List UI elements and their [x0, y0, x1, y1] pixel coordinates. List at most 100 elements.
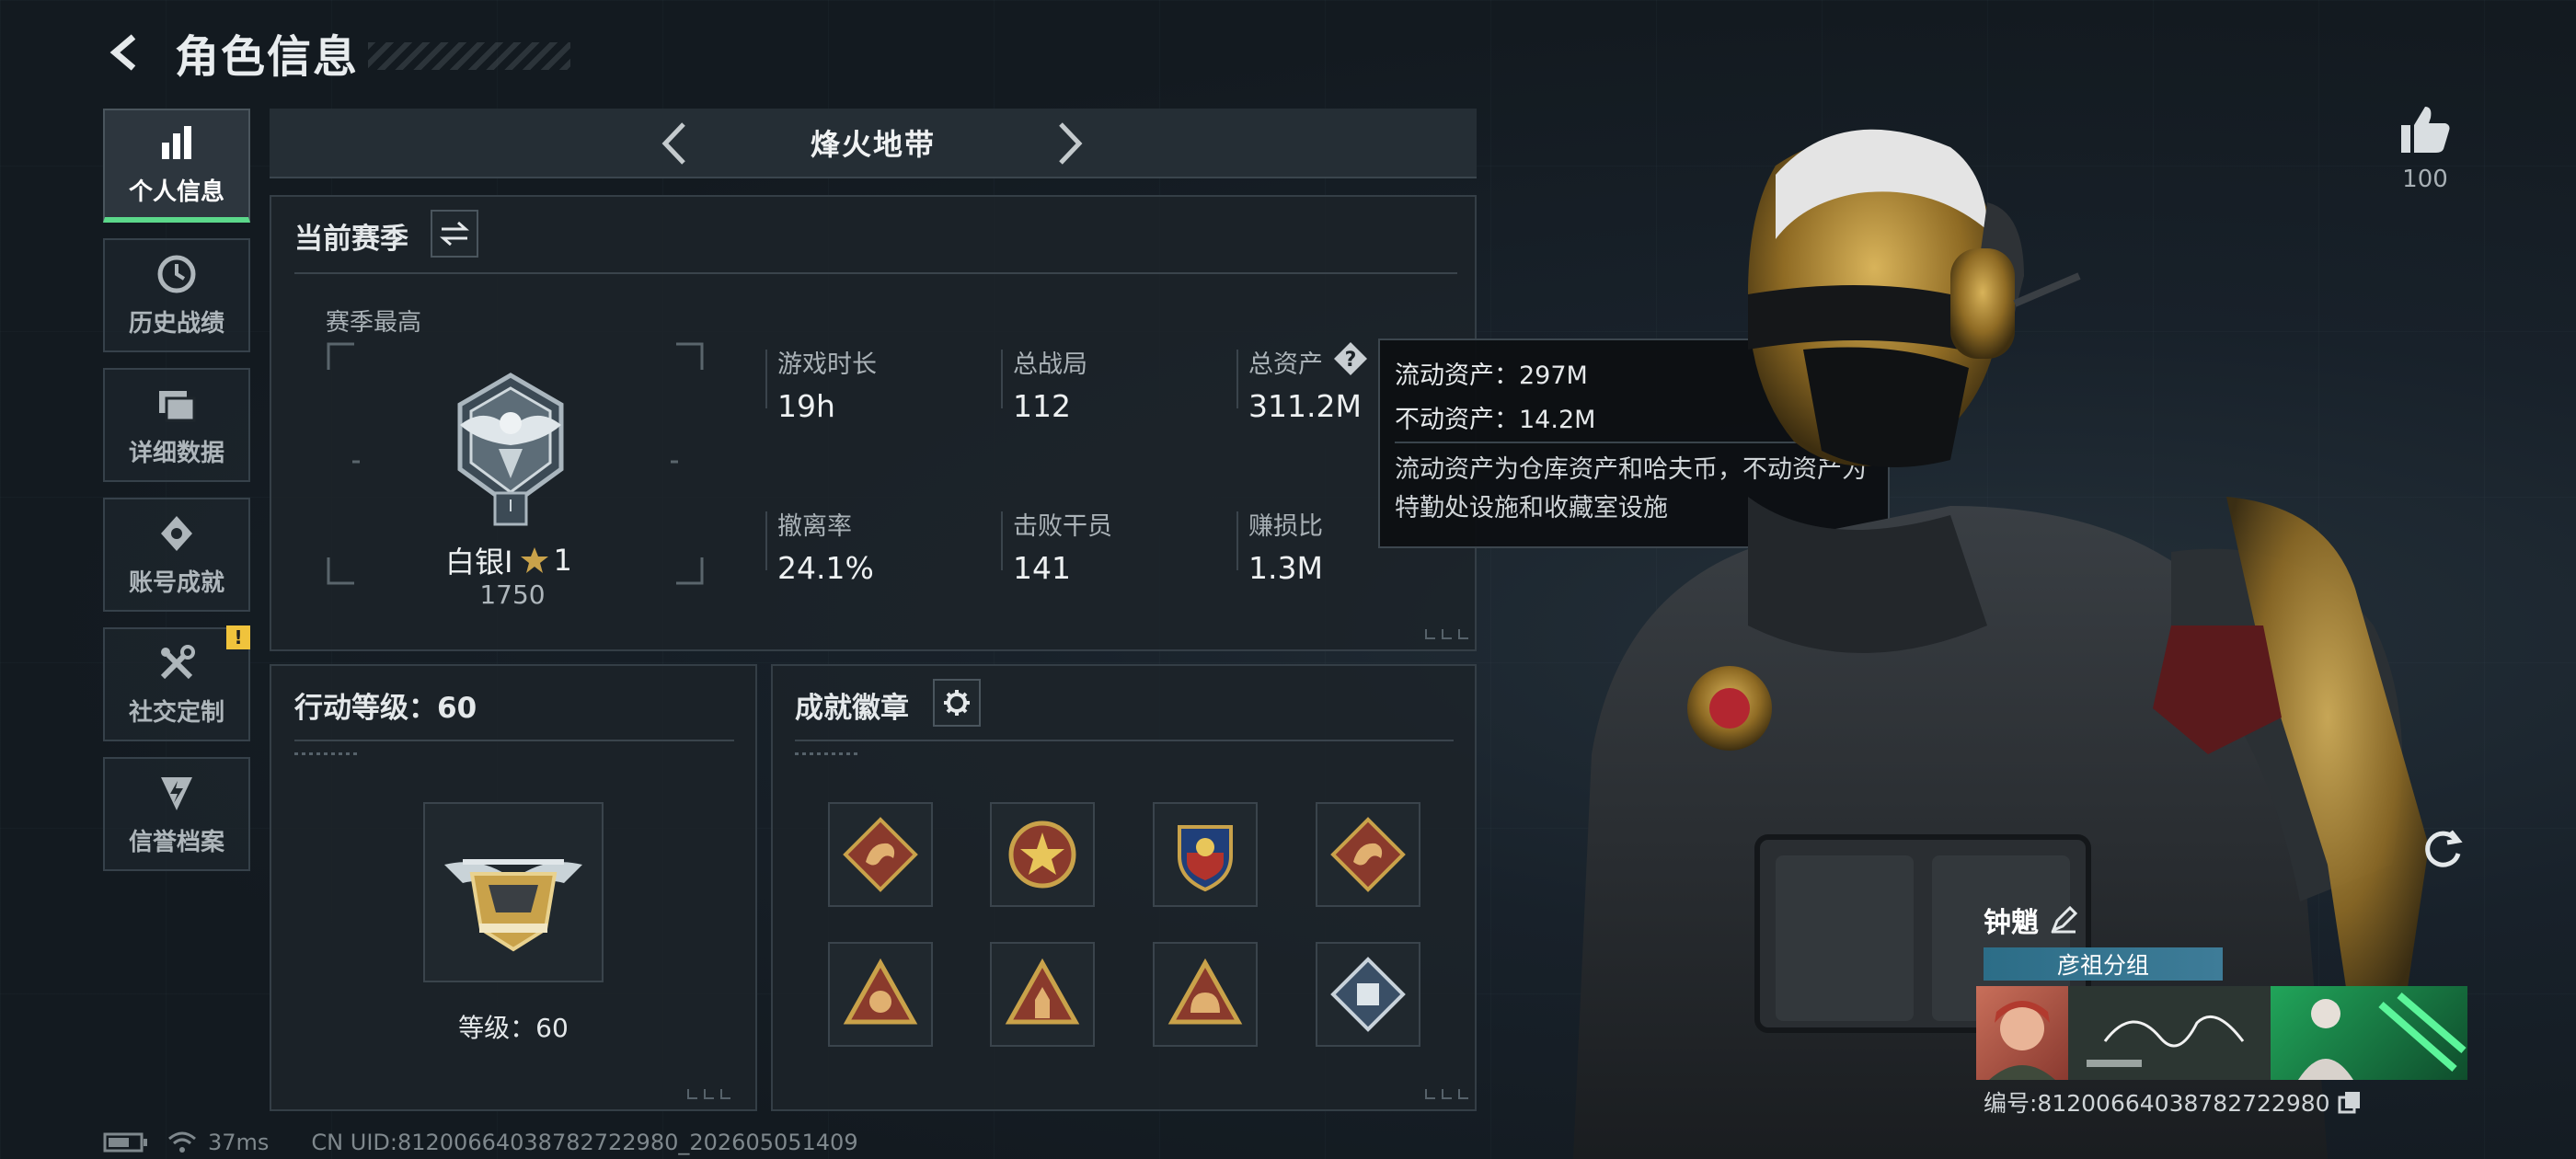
ping-text: 37ms: [208, 1130, 270, 1155]
action-level-text: 等级：60: [458, 1013, 569, 1043]
dragon-badge-icon: [843, 817, 918, 892]
achievements-settings-button[interactable]: [933, 679, 981, 727]
stat-label: 赚损比: [1248, 512, 1323, 541]
stat-value: 19h: [777, 388, 835, 424]
rank-stars: 1: [553, 543, 572, 578]
stat-value: 112: [1013, 388, 1071, 424]
section-divider: [294, 272, 1457, 274]
player-name: 钟魈: [1984, 907, 2039, 939]
next-season-button[interactable]: [1050, 122, 1090, 165]
shield-bolt-icon: [155, 772, 198, 814]
rank-numeral: I: [508, 497, 513, 516]
season-title: 烽火地带: [810, 127, 936, 162]
player-avatar: [1976, 986, 2068, 1080]
section-divider: [795, 740, 1454, 741]
like-widget[interactable]: 100: [2392, 103, 2458, 193]
achievement-badge[interactable]: [990, 942, 1095, 1047]
triangle-badge-icon: [843, 958, 918, 1025]
sidebar-item-reputation[interactable]: 信誉档案: [103, 757, 250, 871]
stat-value: 1.3M: [1248, 550, 1323, 586]
card-background-art: [2271, 986, 2467, 1080]
sidebar-item-achievements[interactable]: 账号成就: [103, 498, 250, 612]
season-best-label: 赛季最高: [326, 309, 422, 337]
gear-icon: [944, 690, 970, 716]
thumbs-up-icon: [2401, 107, 2450, 153]
sidebar-item-personal-info[interactable]: 个人信息: [103, 109, 250, 223]
stat-separator: [1236, 511, 1238, 570]
back-arrow-icon[interactable]: [103, 29, 151, 76]
achievement-badge[interactable]: [828, 802, 933, 907]
player-group-tag[interactable]: 彦祖分组: [1984, 947, 2223, 981]
sidebar-item-label: 信誉档案: [128, 828, 224, 856]
level-emblem-frame: [423, 802, 604, 982]
helmet-badge-icon: [1167, 958, 1243, 1025]
player-id-row: 编号:81200664038782722980: [1984, 1085, 2362, 1119]
sidebar-item-history[interactable]: 历史战绩: [103, 238, 250, 352]
folder-icon: [155, 383, 198, 425]
achievement-badge[interactable]: [1316, 942, 1420, 1047]
corner-decoration: [1425, 629, 1468, 639]
svg-text:?: ?: [1345, 349, 1357, 372]
current-season-title: 当前赛季: [294, 223, 408, 256]
clock-icon: [155, 253, 198, 295]
star-icon: [520, 545, 549, 575]
stat-label: 撤离率: [777, 512, 852, 541]
stat-separator: [1236, 350, 1238, 408]
player-business-card[interactable]: [1976, 986, 2467, 1080]
sidebar-item-detailed-data[interactable]: 详细数据: [103, 368, 250, 482]
sidebar-item-label: 历史战绩: [128, 309, 224, 338]
signature-area: [2068, 986, 2271, 1080]
sidebar-item-label: 个人信息: [128, 178, 224, 206]
player-name-row: 钟魈: [1984, 900, 2077, 940]
achievement-badge[interactable]: [1316, 802, 1420, 907]
player-id: 编号:81200664038782722980: [1984, 1090, 2330, 1117]
stat-label: 游戏时长: [777, 350, 877, 379]
diamond-badge-icon: [1330, 957, 1406, 1032]
wifi-icon: [167, 1130, 197, 1154]
status-bar: 37ms CN UID:81200664038782722980_2026050…: [103, 1130, 858, 1155]
sidebar-item-label: 社交定制: [128, 698, 224, 727]
achievement-badge[interactable]: [1153, 942, 1258, 1047]
stat-separator: [765, 511, 767, 570]
sidebar-item-social[interactable]: ! 社交定制: [103, 625, 250, 741]
rotate-icon[interactable]: [2420, 824, 2466, 870]
prev-season-button[interactable]: [654, 122, 695, 165]
star-badge-icon: [1008, 820, 1076, 889]
title-decoration: [368, 42, 571, 70]
player-group-label: 彦祖分组: [2056, 952, 2149, 979]
stat-separator: [1001, 350, 1003, 408]
stat-value: 141: [1013, 550, 1071, 586]
achievement-badge[interactable]: [828, 942, 933, 1047]
uid-text: CN UID:81200664038782722980_202605051409: [311, 1130, 858, 1155]
helicopter-emblem-icon: [444, 859, 582, 952]
edit-name-icon[interactable]: [2050, 906, 2077, 934]
season-selector: 烽火地带: [270, 109, 1477, 178]
copy-icon[interactable]: [2338, 1090, 2362, 1114]
battery-icon: [103, 1131, 149, 1153]
stat-separator: [1001, 511, 1003, 570]
stat-label: 击败干员: [1013, 512, 1112, 541]
page-title: 角色信息: [175, 31, 360, 83]
stat-value: 311.2M: [1248, 388, 1362, 424]
divider-decoration: [795, 752, 859, 755]
help-icon[interactable]: ?: [1332, 340, 1369, 377]
like-count: 100: [2402, 166, 2448, 193]
switch-season-button[interactable]: [431, 210, 478, 258]
stat-value: 24.1%: [777, 550, 874, 586]
swap-icon: [440, 221, 469, 247]
corner-decoration: [1425, 1089, 1468, 1099]
sidebar-item-label: 详细数据: [128, 439, 224, 467]
shield-badge-icon: [1178, 825, 1233, 892]
achievements-title: 成就徽章: [795, 692, 909, 725]
rank-name: 白银I: [445, 545, 513, 580]
achievement-badge[interactable]: [990, 802, 1095, 907]
achievement-icon: [155, 512, 198, 555]
stat-separator: [765, 350, 767, 408]
warning-badge: !: [226, 625, 250, 649]
achievement-badge[interactable]: [1153, 802, 1258, 907]
corner-decoration: [687, 1089, 730, 1099]
bar-chart-icon: [155, 121, 198, 164]
section-divider: [294, 740, 734, 741]
page-header: 角色信息: [103, 20, 571, 85]
sidebar-item-label: 账号成就: [128, 568, 224, 597]
